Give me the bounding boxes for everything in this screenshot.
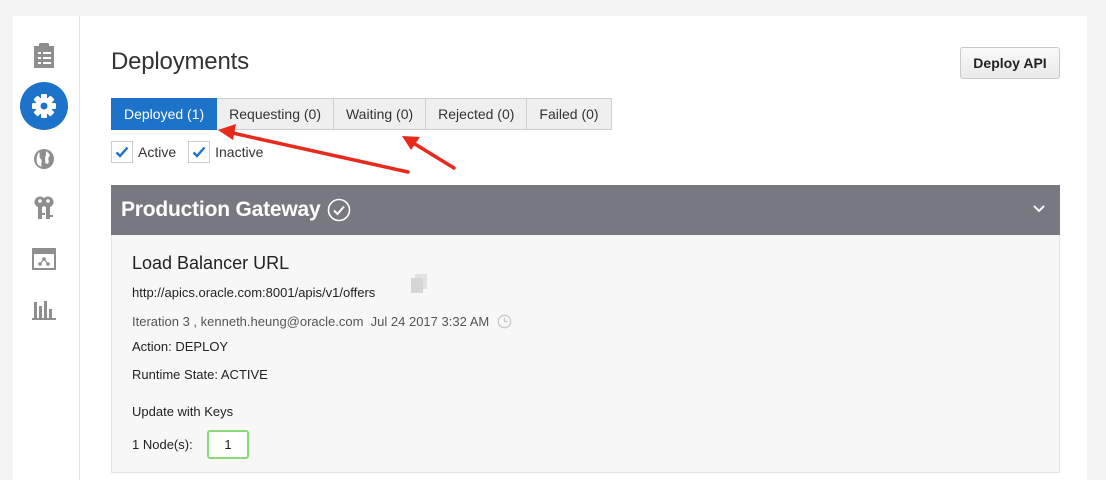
top-bar	[0, 0, 1106, 16]
sidebar-item-keys[interactable]	[20, 184, 68, 232]
gateway-panel-body: Load Balancer URL http://apics.oracle.co…	[111, 235, 1060, 473]
tab-requesting[interactable]: Requesting (0)	[217, 98, 334, 130]
sidebar-item-analytics[interactable]	[20, 286, 68, 334]
chevron-down-icon[interactable]	[1032, 201, 1046, 219]
bar-chart-icon	[32, 301, 56, 320]
copy-icon[interactable]	[410, 274, 428, 299]
active-label: Active	[138, 144, 177, 160]
globe-icon	[34, 149, 54, 169]
action-text: Action: DEPLOY	[132, 339, 229, 354]
checkmark-icon	[115, 146, 129, 158]
deployment-tabs: Deployed (1) Requesting (0) Waiting (0) …	[111, 98, 612, 130]
sidebar-item-calendar[interactable]	[20, 235, 68, 283]
gear-icon	[32, 94, 56, 118]
sidebar-item-global[interactable]	[20, 135, 68, 183]
keys-icon	[34, 196, 54, 219]
api-list-icon	[34, 43, 54, 68]
iteration-text: Iteration 3 , kenneth.heung@oracle.com J…	[132, 314, 490, 329]
tab-deployed[interactable]: Deployed (1)	[111, 98, 218, 130]
app-window: Deployments Deploy API Deployed (1) Requ…	[13, 16, 1087, 480]
load-balancer-url: http://apics.oracle.com:8001/apis/v1/off…	[132, 285, 376, 300]
sidebar	[13, 16, 80, 480]
status-filters: Active Inactive	[111, 141, 275, 163]
check-circle-icon	[327, 198, 351, 222]
load-balancer-title: Load Balancer URL	[132, 253, 290, 273]
checkmark-icon	[192, 146, 206, 158]
nodes-label: 1 Node(s):	[132, 437, 193, 452]
deploy-api-button[interactable]: Deploy API	[960, 47, 1060, 79]
sidebar-item-deployments[interactable]	[20, 82, 68, 130]
inactive-label: Inactive	[215, 144, 264, 160]
filter-inactive[interactable]: Inactive	[188, 141, 263, 163]
gateway-panel-header[interactable]: Production Gateway	[111, 185, 1060, 235]
sidebar-item-apis[interactable]	[20, 32, 68, 80]
filter-active[interactable]: Active	[111, 141, 176, 163]
inactive-checkbox[interactable]	[188, 141, 211, 163]
gateway-title: Production Gateway	[121, 198, 321, 221]
nodes-count-input[interactable]: 1	[207, 430, 249, 459]
iteration-info: Iteration 3 , kenneth.heung@oracle.com J…	[132, 314, 512, 329]
calendar-icon	[32, 248, 56, 270]
page-title: Deployments	[111, 48, 249, 75]
tab-waiting[interactable]: Waiting (0)	[333, 98, 427, 130]
tab-failed[interactable]: Failed (0)	[527, 98, 612, 130]
update-with-keys-text: Update with Keys	[132, 404, 234, 419]
active-checkbox[interactable]	[111, 141, 133, 163]
clock-icon	[497, 314, 512, 329]
tab-rejected[interactable]: Rejected (0)	[426, 98, 528, 130]
runtime-state-text: Runtime State: ACTIVE	[132, 367, 268, 382]
